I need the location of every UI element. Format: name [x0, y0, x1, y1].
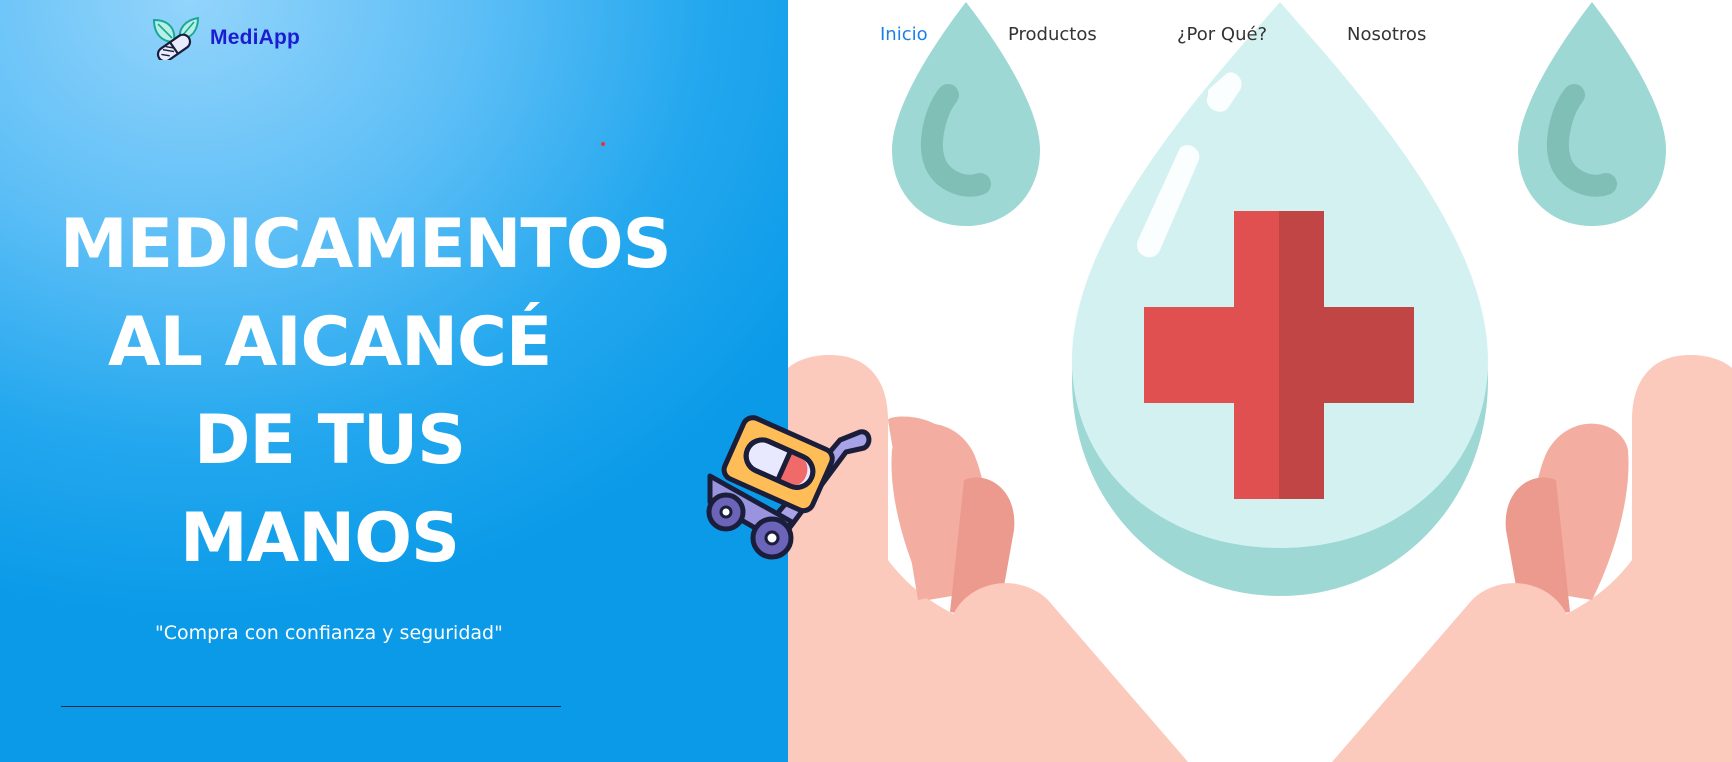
illustration-panel — [788, 0, 1732, 762]
hero-tagline: "Compra con confianza y seguridad" — [155, 622, 503, 644]
hero-panel: MediApp MEDICAMENTOS AL AICANCÉ DE TUS M… — [0, 0, 788, 762]
nav-item-por-que[interactable]: ¿Por Qué? — [1177, 24, 1267, 45]
nav-item-productos[interactable]: Productos — [1008, 24, 1097, 45]
capsule-leaves-icon — [152, 16, 200, 60]
hero-headline: MEDICAMENTOS AL AICANCÉ DE TUS MANOS — [0, 196, 690, 588]
brand-name: MediApp — [210, 26, 301, 49]
landing-page: MediApp MEDICAMENTOS AL AICANCÉ DE TUS M… — [0, 0, 1732, 762]
headline-line: DE TUS — [194, 401, 466, 480]
nav-item-inicio[interactable]: Inicio — [880, 24, 928, 45]
hands-holding-drop-cross-illustration — [788, 2, 1732, 762]
nav-item-nosotros[interactable]: Nosotros — [1347, 24, 1426, 45]
brand-logo-link[interactable]: MediApp — [150, 16, 300, 60]
hero-divider — [61, 706, 561, 707]
pill-cart-icon — [706, 415, 872, 560]
headline-line: AL AICANCÉ — [108, 303, 552, 382]
decorative-dot — [601, 142, 605, 146]
headline-line: MEDICAMENTOS — [60, 205, 672, 284]
headline-line: MANOS — [180, 499, 460, 578]
